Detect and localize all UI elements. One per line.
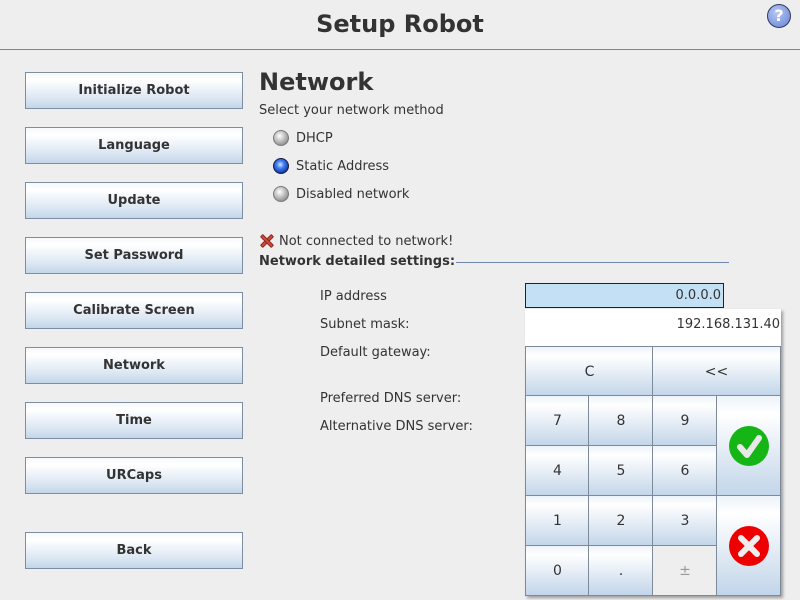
- radio-button-icon[interactable]: [273, 130, 289, 146]
- subnet-mask-label: Subnet mask:: [320, 317, 410, 332]
- header: Setup Robot ?: [0, 0, 800, 50]
- section-title: Network: [259, 68, 374, 96]
- key-plus-minus: ±: [652, 545, 718, 596]
- details-title: Network detailed settings:: [259, 254, 456, 269]
- alternative-dns-label: Alternative DNS server:: [320, 419, 473, 434]
- key-1[interactable]: 1: [525, 495, 590, 547]
- ip-address-input[interactable]: 0.0.0.0: [525, 283, 724, 308]
- cancel-button[interactable]: [716, 495, 781, 596]
- page-title: Setup Robot: [316, 10, 484, 38]
- backspace-key[interactable]: <<: [652, 346, 781, 397]
- sidebar-item-calibrate-screen[interactable]: Calibrate Screen: [25, 292, 243, 329]
- details-divider: [456, 262, 729, 263]
- radio-static-address[interactable]: Static Address: [273, 157, 389, 175]
- sidebar-item-update[interactable]: Update: [25, 182, 243, 219]
- ip-address-label: IP address: [320, 289, 387, 304]
- sidebar-item-network[interactable]: Network: [25, 347, 243, 384]
- radio-button-selected-icon[interactable]: [273, 158, 289, 174]
- sidebar-item-urcaps[interactable]: URCaps: [25, 457, 243, 494]
- status-text: Not connected to network!: [279, 233, 454, 249]
- cancel-x-icon: [728, 525, 769, 566]
- radio-dhcp[interactable]: DHCP: [273, 129, 333, 147]
- numeric-keypad: 192.168.131.40 C << 7 8 9 4 5 6 1 2 3 0 …: [525, 309, 781, 596]
- key-7[interactable]: 7: [525, 395, 590, 447]
- section-subtitle: Select your network method: [259, 103, 444, 118]
- clear-key[interactable]: C: [525, 346, 654, 397]
- sidebar-item-language[interactable]: Language: [25, 127, 243, 164]
- question-mark-icon[interactable]: ?: [767, 4, 791, 28]
- radio-label: Static Address: [296, 158, 390, 174]
- key-5[interactable]: 5: [588, 445, 654, 497]
- key-3[interactable]: 3: [652, 495, 718, 547]
- key-decimal[interactable]: .: [588, 545, 654, 596]
- preferred-dns-label: Preferred DNS server:: [320, 391, 462, 406]
- key-8[interactable]: 8: [588, 395, 654, 447]
- error-x-icon: [259, 233, 275, 249]
- checkmark-icon: [728, 426, 769, 466]
- back-button[interactable]: Back: [25, 532, 243, 569]
- key-9[interactable]: 9: [652, 395, 718, 447]
- keypad-display: 192.168.131.40: [525, 309, 781, 346]
- radio-button-icon[interactable]: [273, 186, 289, 202]
- radio-label: Disabled network: [296, 186, 410, 202]
- ok-button[interactable]: [716, 395, 781, 497]
- connection-status: Not connected to network!: [259, 232, 453, 250]
- radio-label: DHCP: [296, 130, 333, 146]
- sidebar-item-time[interactable]: Time: [25, 402, 243, 439]
- key-4[interactable]: 4: [525, 445, 590, 497]
- sidebar-item-set-password[interactable]: Set Password: [25, 237, 243, 274]
- default-gateway-label: Default gateway:: [320, 345, 431, 360]
- sidebar-item-initialize-robot[interactable]: Initialize Robot: [25, 72, 243, 109]
- radio-disabled-network[interactable]: Disabled network: [273, 185, 409, 203]
- key-6[interactable]: 6: [652, 445, 718, 497]
- key-2[interactable]: 2: [588, 495, 654, 547]
- key-0[interactable]: 0: [525, 545, 590, 596]
